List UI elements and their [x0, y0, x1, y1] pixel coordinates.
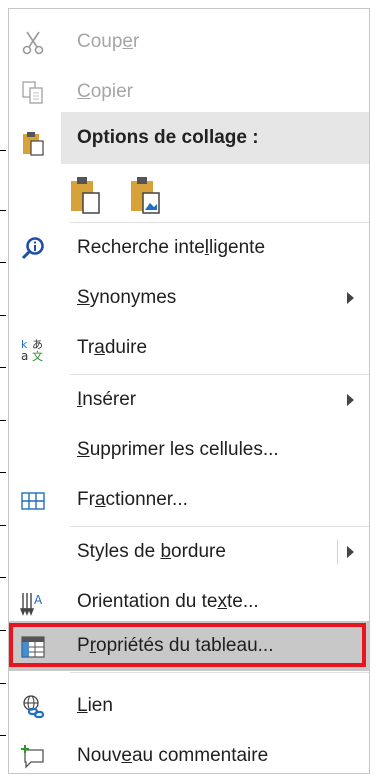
menu-item-cut[interactable]: Couper	[9, 17, 369, 67]
menu-item-new-comment[interactable]: Nouveau commentaire	[9, 731, 369, 781]
paste-icon	[20, 130, 46, 156]
copy-icon	[20, 80, 46, 106]
doc-table-line	[0, 262, 6, 263]
menu-item-translate[interactable]: k あ a 文 Traduire	[9, 323, 369, 373]
menu-item-border-styles[interactable]: Styles de bordure	[9, 527, 369, 577]
menu-item-delete-cells[interactable]: Supprimer les cellules...	[9, 425, 369, 475]
menu-item-link[interactable]: Lien	[9, 681, 369, 731]
paste-options-label: Options de collage :	[77, 127, 259, 148]
menu-item-label: Nouveau commentaire	[77, 745, 269, 766]
menu-item-label: Lien	[77, 695, 113, 716]
doc-table-line	[0, 630, 6, 631]
text-direction-icon: A	[20, 590, 46, 616]
doc-table-line	[0, 315, 6, 316]
new-comment-icon	[20, 744, 46, 770]
split-cells-icon	[20, 488, 46, 514]
link-icon	[20, 694, 46, 720]
paste-as-picture-icon[interactable]	[129, 175, 165, 215]
menu-item-label: Insérer	[77, 389, 137, 410]
doc-table-line	[0, 367, 6, 368]
submenu-arrow-icon[interactable]	[347, 546, 354, 558]
menu-item-synonyms[interactable]: Synonymes	[9, 273, 369, 323]
paste-keep-formatting-icon[interactable]	[69, 175, 105, 215]
menu-item-split-cells[interactable]: Fractionner...	[9, 475, 369, 525]
doc-table-line	[0, 735, 6, 736]
paste-options-row	[69, 169, 189, 221]
menu-item-smart-lookup[interactable]: Recherche intelligente	[9, 223, 369, 273]
svg-text:A: A	[34, 593, 43, 607]
menu-item-label: Styles de bordure	[77, 541, 226, 562]
paste-options-bar: Options de collage :	[61, 112, 369, 164]
menu-item-label: Propriétés du tableau...	[77, 635, 274, 656]
submenu-arrow-icon	[347, 394, 354, 406]
svg-text:a: a	[21, 349, 28, 362]
menu-item-label: Copier	[77, 81, 133, 102]
doc-table-line	[0, 577, 6, 578]
menu-item-label: Traduire	[77, 337, 148, 358]
submenu-arrow-icon	[347, 292, 354, 304]
scissors-icon	[20, 30, 46, 56]
split-button-divider	[337, 540, 338, 564]
doc-table-line	[0, 525, 6, 526]
context-menu: Couper Copier Options de collage : Reche…	[8, 8, 370, 774]
menu-item-text-direction[interactable]: A Orientation du texte...	[9, 577, 369, 627]
menu-item-copy[interactable]: Copier	[9, 67, 369, 117]
menu-item-label: Synonymes	[77, 287, 177, 308]
table-properties-icon	[20, 634, 46, 660]
menu-item-label: Supprimer les cellules...	[77, 439, 279, 460]
smart-lookup-icon	[20, 236, 46, 262]
translate-icon: k あ a 文	[20, 336, 46, 362]
svg-text:文: 文	[32, 349, 43, 362]
menu-item-label: Couper	[77, 31, 140, 52]
doc-table-line	[0, 150, 6, 151]
doc-table-line	[0, 210, 6, 211]
menu-item-table-properties[interactable]: Propriétés du tableau...	[9, 621, 369, 671]
menu-item-insert[interactable]: Insérer	[9, 375, 369, 425]
menu-item-label: Fractionner...	[77, 489, 188, 510]
menu-item-label: Recherche intelligente	[77, 237, 266, 258]
doc-table-line	[0, 472, 6, 473]
menu-separator	[70, 672, 369, 673]
doc-table-line	[0, 420, 6, 421]
menu-item-label: Orientation du texte...	[77, 591, 259, 612]
doc-table-line	[0, 683, 6, 684]
